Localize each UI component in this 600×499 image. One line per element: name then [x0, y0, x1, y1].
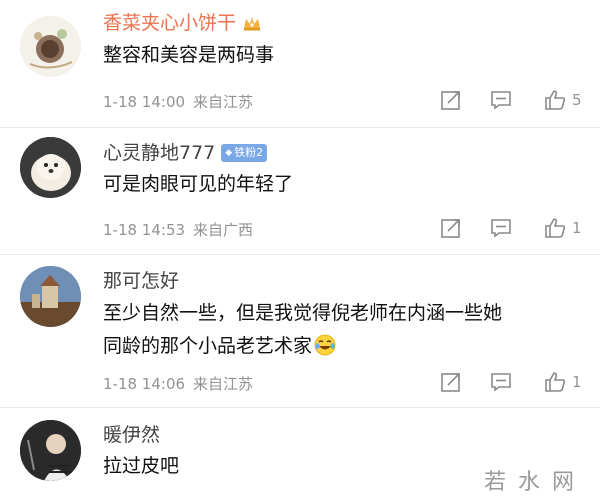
share-icon [441, 219, 460, 238]
username[interactable]: 暖伊然 [103, 423, 160, 447]
avatar[interactable] [20, 266, 81, 327]
comment-text-line: 拉过皮吧 [103, 455, 180, 477]
divider [0, 127, 600, 128]
avatar[interactable] [20, 420, 81, 481]
comment-text: 整容和美容是两码事 [103, 39, 274, 72]
like-count: 1 [572, 373, 582, 391]
share-button[interactable] [440, 371, 462, 393]
avatar-illustration-icon [20, 16, 81, 77]
comment-icon [491, 91, 511, 110]
like-count: 5 [572, 91, 582, 109]
comment-actions: 1 [440, 371, 582, 393]
like-button[interactable]: 5 [544, 89, 582, 111]
comment-meta: 1-18 14:53 来自广西 [103, 219, 253, 240]
username[interactable]: 香菜夹心小饼干 [103, 11, 236, 35]
username[interactable]: 那可怎好 [103, 269, 179, 293]
comment-time: 1-18 14:53 [103, 221, 186, 239]
share-icon [441, 373, 460, 392]
comment-meta: 1-18 14:00 来自江苏 [103, 91, 253, 112]
share-button[interactable] [440, 89, 462, 111]
avatar-dog-icon [20, 137, 81, 198]
comment-text: 至少自然一些，但是我觉得倪老师在内涵一些她 同龄的那个小品老艺术家 [103, 297, 502, 363]
comment-actions: 5 [440, 89, 582, 111]
comment-time: 1-18 14:00 [103, 93, 186, 111]
reply-button[interactable] [490, 217, 512, 239]
avatar[interactable] [20, 137, 81, 198]
comment-location: 来自江苏 [193, 375, 254, 393]
thumbs-up-icon [545, 218, 566, 238]
comment-text-line: 可是肉眼可见的年轻了 [103, 173, 294, 195]
thumbs-up-icon [545, 372, 566, 392]
like-count: 1 [572, 219, 582, 237]
fan-badge: ◆ 铁粉2 [221, 144, 268, 162]
comment-time: 1-18 14:06 [103, 375, 186, 393]
comment-meta: 1-18 14:06 来自江苏 [103, 373, 253, 394]
comment-text-line: 同龄的那个小品老艺术家 [103, 330, 502, 363]
comment-location: 来自江苏 [193, 93, 254, 111]
comment-icon [491, 219, 511, 238]
share-button[interactable] [440, 217, 462, 239]
comment-text-line: 至少自然一些，但是我觉得倪老师在内涵一些她 [103, 302, 503, 324]
comment-location: 来自广西 [193, 221, 254, 239]
comment-text: 拉过皮吧 [103, 450, 179, 483]
fan-badge-label: 铁粉2 [234, 146, 264, 159]
like-button[interactable]: 1 [544, 371, 582, 393]
comment-actions: 1 [440, 217, 582, 239]
watermark: 若水网 [484, 470, 587, 495]
avatar-person-icon [20, 420, 81, 481]
reply-button[interactable] [490, 89, 512, 111]
comment-text-line: 整容和美容是两码事 [103, 44, 275, 66]
avatar[interactable] [20, 16, 81, 77]
divider [0, 407, 600, 408]
reply-button[interactable] [490, 371, 512, 393]
comment-icon [491, 373, 511, 392]
username[interactable]: 心灵静地777 [103, 141, 215, 165]
diamond-icon: ◆ [225, 148, 233, 158]
thumbs-up-icon [545, 90, 566, 110]
share-icon [441, 91, 460, 110]
comment-text-segment: 同龄的那个小品老艺术家 [103, 335, 313, 357]
like-button[interactable]: 1 [544, 217, 582, 239]
laughing-crying-emoji-icon [314, 334, 336, 356]
crown-icon [244, 17, 261, 31]
divider [0, 254, 600, 255]
avatar-castle-icon [20, 266, 81, 327]
comment-text: 可是肉眼可见的年轻了 [103, 168, 293, 201]
